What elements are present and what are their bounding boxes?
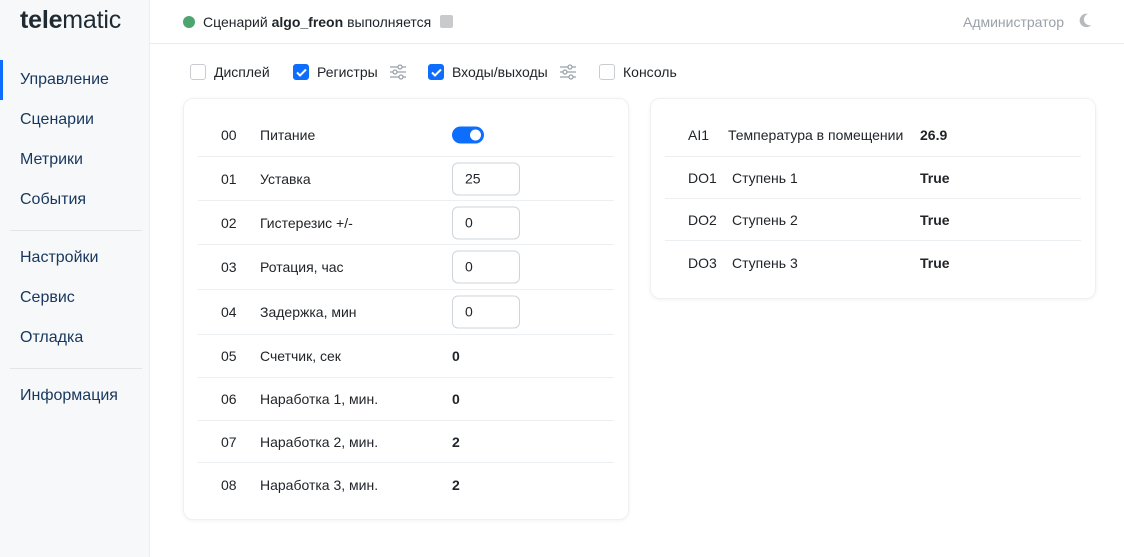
register-row: 03 Ротация, час 0 xyxy=(198,245,614,290)
setpoint-input[interactable]: 25 xyxy=(452,162,520,195)
nav-item-scenarios[interactable]: Сценарии xyxy=(0,100,150,140)
nav-item-events[interactable]: События xyxy=(0,180,150,220)
nav-item-debug[interactable]: Отладка xyxy=(0,318,150,358)
io-label: Температура в помещении xyxy=(728,126,904,143)
io-code: DO2 xyxy=(688,211,717,228)
register-number: 05 xyxy=(221,348,237,364)
register-label: Счетчик, сек xyxy=(260,348,341,364)
register-label: Питание xyxy=(260,126,316,143)
power-toggle[interactable] xyxy=(452,126,484,143)
io-checkbox[interactable] xyxy=(428,64,444,80)
io-row: AI1 Температура в помещении 26.9 xyxy=(665,113,1081,157)
display-checkbox[interactable] xyxy=(190,64,206,80)
io-row: DO1 Ступень 1 True xyxy=(665,157,1081,199)
filter-label: Регистры xyxy=(317,64,378,80)
filter-display[interactable]: Дисплей xyxy=(190,62,270,82)
check-icon xyxy=(430,68,442,77)
stop-scenario-button[interactable] xyxy=(440,15,453,28)
register-row: 07 Наработка 2, мин. 2 xyxy=(198,421,614,463)
register-value: 0 xyxy=(452,391,460,407)
nav-item-metrics[interactable]: Метрики xyxy=(0,140,150,180)
register-label: Наработка 1, мин. xyxy=(260,391,379,407)
register-row: 04 Задержка, мин 0 xyxy=(198,290,614,335)
sidebar: telematic Управление Сценарии Метрики Со… xyxy=(0,0,150,557)
register-label: Ротация, час xyxy=(260,259,344,275)
register-number: 00 xyxy=(221,126,237,143)
io-label: Ступень 3 xyxy=(732,255,798,271)
status-indicator-icon xyxy=(183,16,195,28)
console-checkbox[interactable] xyxy=(599,64,615,80)
register-label: Наработка 3, мин. xyxy=(260,477,379,493)
register-value: 2 xyxy=(452,433,460,450)
register-number: 07 xyxy=(221,433,237,450)
hysteresis-input[interactable]: 0 xyxy=(452,206,520,239)
filter-console[interactable]: Консоль xyxy=(599,62,677,82)
nav-divider xyxy=(10,230,142,231)
filter-registers[interactable]: Регистры xyxy=(293,62,407,82)
rotation-input[interactable]: 0 xyxy=(452,250,520,284)
register-value: 0 xyxy=(452,348,460,364)
register-row: 06 Наработка 1, мин. 0 xyxy=(198,378,614,421)
io-card: AI1 Температура в помещении 26.9 DO1 Сту… xyxy=(650,98,1096,299)
register-label: Уставка xyxy=(260,170,311,187)
top-bar: Сценарий algo_freon выполняется Админист… xyxy=(150,0,1124,44)
register-number: 03 xyxy=(221,259,237,275)
register-row: 01 Уставка 25 xyxy=(198,157,614,201)
register-label: Гистерезис +/- xyxy=(260,214,353,231)
io-value: 26.9 xyxy=(920,126,948,143)
nav-divider xyxy=(10,368,142,369)
moon-icon[interactable] xyxy=(1076,11,1094,29)
nav-item-service[interactable]: Сервис xyxy=(0,278,150,318)
delay-input[interactable]: 0 xyxy=(452,295,520,329)
registers-checkbox[interactable] xyxy=(293,64,309,80)
io-value: True xyxy=(920,169,950,186)
scenario-status: Сценарий algo_freon выполняется xyxy=(203,14,432,30)
register-row: 05 Счетчик, сек 0 xyxy=(198,335,614,378)
io-label: Ступень 2 xyxy=(732,211,798,228)
io-code: AI1 xyxy=(688,126,710,143)
register-number: 08 xyxy=(221,477,237,493)
filter-label: Дисплей xyxy=(214,64,270,80)
register-number: 02 xyxy=(221,214,237,231)
register-number: 06 xyxy=(221,391,237,407)
register-value: 2 xyxy=(452,477,460,493)
sliders-icon[interactable] xyxy=(559,64,577,80)
user-menu[interactable]: Администратор xyxy=(963,14,1064,30)
app-logo[interactable]: telematic xyxy=(20,6,121,35)
register-row: 00 Питание xyxy=(198,113,614,157)
register-number: 04 xyxy=(221,304,237,320)
io-value: True xyxy=(920,211,950,228)
filter-io[interactable]: Входы/выходы xyxy=(428,62,577,82)
nav-item-upravlenie[interactable]: Управление xyxy=(0,60,150,100)
nav-item-settings[interactable]: Настройки xyxy=(0,238,150,278)
sliders-icon[interactable] xyxy=(389,64,407,80)
register-number: 01 xyxy=(221,170,237,187)
filter-label: Входы/выходы xyxy=(452,64,548,80)
register-row: 08 Наработка 3, мин. 2 xyxy=(198,463,614,507)
io-row: DO3 Ступень 3 True xyxy=(665,241,1081,285)
check-icon xyxy=(295,68,307,77)
io-value: True xyxy=(920,255,950,271)
io-code: DO1 xyxy=(688,169,717,186)
io-code: DO3 xyxy=(688,255,717,271)
io-label: Ступень 1 xyxy=(732,169,798,186)
filter-label: Консоль xyxy=(623,64,677,80)
nav-item-info[interactable]: Информация xyxy=(0,376,150,416)
registers-card: 00 Питание 01 Уставка 25 02 Гистерезис +… xyxy=(183,98,629,520)
register-row: 02 Гистерезис +/- 0 xyxy=(198,201,614,245)
register-label: Задержка, мин xyxy=(260,304,357,320)
io-row: DO2 Ступень 2 True xyxy=(665,199,1081,241)
register-label: Наработка 2, мин. xyxy=(260,433,379,450)
